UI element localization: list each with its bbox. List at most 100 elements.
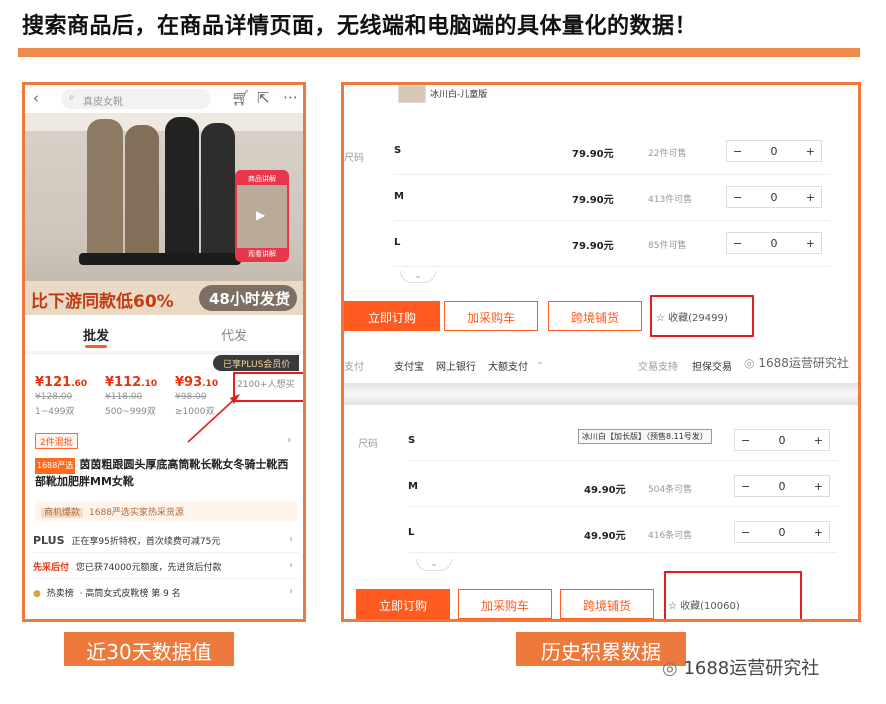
quantity-stepper[interactable]: − 0 + [734, 475, 830, 497]
qty-value: 0 [770, 236, 778, 250]
mobile-screenshot: ‹ ⌕ 真皮女靴 🛒︎ ⇱ ⋯ 商品讲解 ▶ 观看讲解 比下游同款低60% 48… [22, 82, 306, 622]
expand-toggle[interactable]: ⌄ [400, 271, 436, 283]
sku-row: S − 0 + [408, 415, 838, 461]
tier-qty: 1~499双 [35, 407, 75, 417]
cart-icon[interactable]: 🛒︎ [231, 89, 250, 107]
headline: 搜索商品后，在商品详情页面，无线端和电脑端的具体量化的数据！ [22, 14, 698, 39]
sku-row: M 49.90元 504条可售 − 0 + [408, 461, 838, 507]
tier-qty: 500~999双 [105, 407, 156, 417]
shelf [25, 113, 303, 131]
pay-label: 支付 [344, 362, 364, 373]
chevron-right-icon: › [289, 586, 293, 597]
search-input[interactable]: ⌕ 真皮女靴 [61, 89, 211, 109]
caption-30-days: 近30天数据值 [64, 632, 234, 666]
variant-label[interactable]: 冰川白-儿童版 [430, 87, 487, 100]
add-to-cart-button-b[interactable]: 加采购车 [458, 589, 552, 619]
want-count-highlight [233, 372, 303, 402]
caption-history: 历史积累数据 [516, 632, 686, 666]
search-placeholder: 真皮女靴 [83, 97, 123, 108]
hot-rank-row[interactable]: ● 热卖榜 · 高筒女式皮靴榜 第 9 名 › [33, 581, 299, 605]
plus-row-lead: PLUS [33, 534, 65, 547]
video-thumbnail[interactable]: 商品讲解 ▶ 观看讲解 [235, 170, 289, 262]
tier-qty: ≥1000双 [175, 407, 215, 417]
pay-large[interactable]: 大额支付 [488, 358, 528, 373]
trade-support-label: 交易支持 [638, 362, 678, 373]
mobile-top-bar: ‹ ⌕ 真皮女靴 🛒︎ ⇱ ⋯ [25, 85, 303, 113]
favorite-highlight-b [664, 571, 802, 619]
sku-size: S [394, 145, 402, 156]
back-arrow-icon[interactable]: ‹ [33, 89, 39, 107]
watermark-mid: ◎ 1688运营研究社 [744, 356, 849, 370]
order-now-button[interactable]: 立即订购 [344, 301, 440, 331]
plus-icon: + [813, 525, 823, 539]
cross-border-button-b[interactable]: 跨境铺货 [560, 589, 654, 619]
chevron-right-icon: › [289, 534, 293, 545]
minus-icon: − [741, 479, 751, 493]
tab-wholesale[interactable]: 批发 [83, 325, 109, 344]
banner-discount: 比下游同款低60% [31, 292, 174, 312]
sku-price: 79.90元 [572, 149, 614, 160]
boot-black-right [201, 123, 235, 261]
quantity-stepper[interactable]: − 0 + [734, 429, 830, 451]
sku-row: L 49.90元 416条可售 − 0 + [408, 507, 838, 553]
sku-stock: 416条可售 [648, 531, 693, 541]
promo-banner: 比下游同款低60% 48小时发货 1/6 [25, 281, 303, 315]
favorite-highlight-a [650, 295, 754, 337]
sku-size: M [408, 481, 418, 492]
business-bar[interactable]: 商机爆款 1688严选实家热采货源 [35, 501, 297, 521]
sku-table-b: S − 0 + M 49.90元 504条可售 − 0 + L 49.90元 416条可… [408, 415, 838, 553]
share-icon[interactable]: ⇱ [257, 89, 270, 107]
sku-row: S 79.90元 22件可售 − 0 + [394, 129, 830, 175]
product-image[interactable]: 商品讲解 ▶ 观看讲解 比下游同款低60% 48小时发货 1/6 [25, 113, 303, 315]
sku-stock: 22件可售 [648, 149, 687, 159]
plus-price-badge: 已享PLUS会员价 [213, 355, 299, 371]
business-text: 1688严选实家热采货源 [89, 508, 184, 518]
pay-alipay[interactable]: 支付宝 [394, 358, 424, 373]
plus-icon: + [813, 479, 823, 493]
tier-old-price: ¥118.00 [105, 392, 143, 402]
pay-row: 支付 支付宝 网上银行 大额支付 ⌄ 交易支持 担保交易 ◎ 1688运营研究社 [344, 355, 858, 377]
sku-price: 79.90元 [572, 195, 614, 206]
search-icon: ⌕ [69, 92, 75, 103]
footer-watermark-text: 1688运营研究社 [683, 658, 820, 679]
panel-gap [344, 383, 858, 405]
pay-later-row[interactable]: 先采后付 您已获74000元额度，先进货后付款 › [33, 555, 299, 579]
minus-icon: − [733, 190, 743, 204]
sku-stock: 413件可售 [648, 195, 693, 205]
chevron-right-icon[interactable]: › [287, 433, 291, 446]
quantity-stepper[interactable]: − 0 + [726, 232, 822, 254]
boot-brown-left [87, 119, 123, 259]
boot-brown-right [125, 125, 159, 261]
price-tier-3: ¥93.10 ¥98.00 ≥1000双 [175, 375, 218, 417]
plus-row[interactable]: PLUS 正在享95折特权，首次续费可减75元 › [33, 529, 299, 553]
variant-thumb[interactable] [398, 85, 426, 103]
sku-stock: 504条可售 [648, 485, 693, 495]
plus-icon: + [813, 433, 823, 447]
quantity-stepper[interactable]: − 0 + [726, 140, 822, 162]
pay-bank[interactable]: 网上银行 [436, 358, 476, 373]
quantity-stepper[interactable]: − 0 + [734, 521, 830, 543]
qty-value: 0 [778, 525, 786, 539]
wechat-icon: ◎ [662, 658, 678, 679]
plus-icon: + [805, 236, 815, 250]
sku-size: L [394, 237, 401, 248]
business-tag: 商机爆款 [41, 508, 84, 518]
tier-old-price: ¥128.00 [35, 392, 73, 402]
quantity-stepper[interactable]: − 0 + [726, 186, 822, 208]
pay-later-text: 您已获74000元额度，先进货后付款 [75, 563, 222, 573]
video-watch-label: 观看讲解 [237, 248, 287, 260]
title-underline [18, 48, 860, 57]
order-now-button-b[interactable]: 立即订购 [356, 589, 450, 619]
sku-row: M 79.90元 413件可售 − 0 + [394, 175, 830, 221]
tab-dropship[interactable]: 代发 [221, 325, 247, 344]
video-tag: 商品讲解 [237, 172, 287, 185]
sku-size: L [408, 527, 415, 538]
hot-rank-text: · 高筒女式皮靴榜 第 9 名 [79, 589, 181, 599]
expand-toggle-b[interactable]: ⌄ [416, 559, 452, 571]
more-icon[interactable]: ⋯ [283, 88, 298, 106]
chevron-down-icon[interactable]: ⌄ [536, 357, 544, 367]
cross-border-button[interactable]: 跨境铺货 [548, 301, 642, 331]
tier-price: ¥112.10 [105, 375, 158, 390]
add-to-cart-button[interactable]: 加采购车 [444, 301, 538, 331]
tab-indicator [85, 345, 107, 348]
